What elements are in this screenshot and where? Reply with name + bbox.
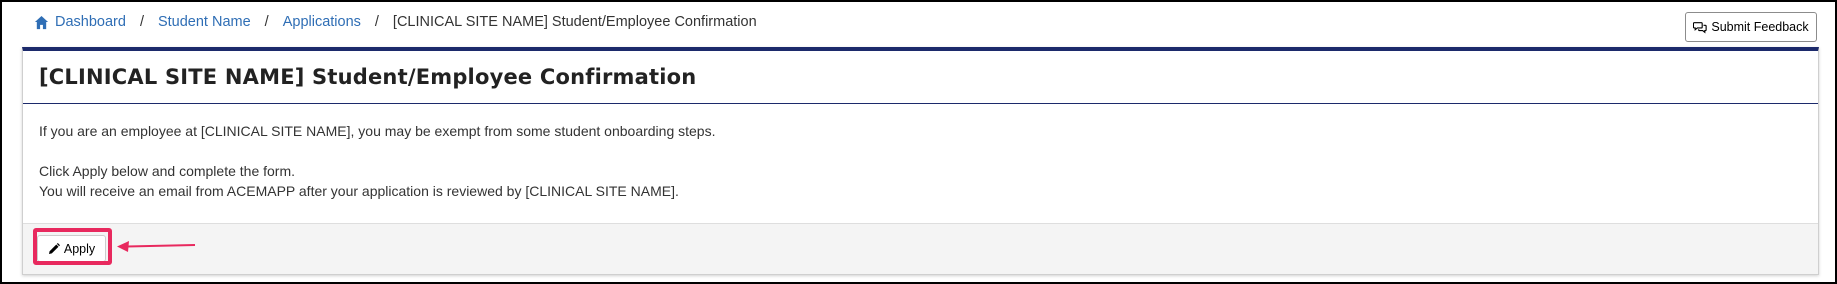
breadcrumb-dashboard-link[interactable]: Dashboard: [34, 14, 126, 30]
panel-footer: Apply: [23, 223, 1818, 274]
breadcrumb-separator: /: [139, 14, 144, 30]
instruction-text: Click Apply below and complete the form.: [39, 163, 296, 179]
breadcrumb-student-link[interactable]: Student Name: [158, 14, 251, 30]
panel-body: If you are an employee at [CLINICAL SITE…: [23, 104, 1818, 224]
chat-bubbles-icon: [1693, 21, 1708, 33]
exemption-text: If you are an employee at [CLINICAL SITE…: [39, 123, 716, 139]
breadcrumb-separator: /: [264, 14, 269, 30]
email-notice-text: You will receive an email from ACEMAPP a…: [39, 183, 679, 199]
submit-feedback-button[interactable]: Submit Feedback: [1685, 12, 1817, 42]
home-icon: [34, 15, 49, 29]
page-frame: Dashboard / Student Name / Applications …: [0, 0, 1837, 284]
breadcrumb: Dashboard / Student Name / Applications …: [34, 14, 757, 30]
breadcrumb-separator: /: [374, 14, 379, 30]
apply-label: Apply: [63, 241, 96, 256]
pencil-icon: [48, 242, 60, 254]
panel-heading: [CLINICAL SITE NAME] Student/Employee Co…: [23, 51, 1818, 104]
submit-feedback-label: Submit Feedback: [1711, 20, 1809, 34]
page-title: [CLINICAL SITE NAME] Student/Employee Co…: [39, 65, 697, 89]
confirmation-panel: [CLINICAL SITE NAME] Student/Employee Co…: [22, 47, 1819, 275]
breadcrumb-dashboard-label: Dashboard: [55, 14, 126, 30]
annotation-arrow-icon: [117, 241, 196, 252]
breadcrumb-applications-link[interactable]: Applications: [283, 14, 361, 30]
breadcrumb-current: [CLINICAL SITE NAME] Student/Employee Co…: [392, 14, 757, 30]
apply-button[interactable]: Apply: [37, 235, 106, 262]
